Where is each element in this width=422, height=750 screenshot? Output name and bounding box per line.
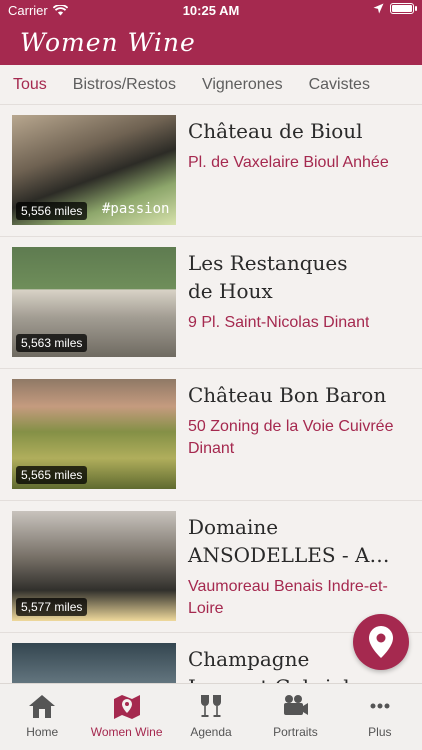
tabbar-home-label: Home: [26, 725, 59, 739]
battery-icon: [390, 3, 417, 14]
venue-list: #passion 5,556 miles Château de Bioul Pl…: [0, 105, 422, 683]
distance-badge: 5,556 miles: [16, 202, 88, 220]
status-time: 10:25 AM: [182, 3, 240, 18]
venue-name: Domaine ANSODELLES - A…: [188, 515, 390, 567]
venue-name: Champagne Laurent Gabriel: [188, 647, 350, 683]
map-view-button[interactable]: [353, 614, 409, 670]
tab-tous[interactable]: Tous: [0, 76, 60, 94]
venue-address: 9 Pl. Saint-Nicolas Dinant: [188, 314, 370, 331]
venue-image: [12, 643, 176, 683]
tabbar-plus[interactable]: Plus: [338, 684, 422, 750]
video-camera-icon: [284, 695, 309, 715]
tabbar-portraits[interactable]: Portraits: [253, 684, 337, 750]
venue-row[interactable]: 5,563 miles Les Restanques de Houx 9 Pl.…: [0, 237, 422, 369]
tabbar-women-wine-label: Women Wine: [90, 725, 163, 739]
home-icon: [29, 695, 56, 718]
tabbar-women-wine[interactable]: Women Wine: [84, 684, 168, 750]
tabbar-agenda[interactable]: Agenda: [169, 684, 253, 750]
category-tabs: Tous Bistros/Restos Vignerones Cavistes: [0, 65, 422, 105]
venue-address: Pl. de Vaxelaire Bioul Anhée: [188, 154, 389, 171]
tab-bistros-restos[interactable]: Bistros/Restos: [60, 76, 189, 94]
distance-badge: 5,577 miles: [16, 598, 88, 616]
tab-vigneronnes[interactable]: Vignerones: [189, 76, 296, 94]
status-bar: Carrier 10:25 AM: [0, 0, 422, 22]
tabbar-agenda-label: Agenda: [190, 725, 232, 739]
venue-image: 5,577 miles: [12, 511, 176, 621]
venue-name: Château Bon Baron: [188, 383, 387, 407]
location-arrow-icon: [373, 3, 384, 14]
venue-row[interactable]: #passion 5,556 miles Château de Bioul Pl…: [0, 105, 422, 237]
bottom-tab-bar: Home Women Wine Agenda Portraits Plus: [0, 683, 422, 750]
venue-name: Les Restanques de Houx: [188, 251, 348, 303]
venue-name: Château de Bioul: [188, 119, 363, 143]
distance-badge: 5,565 miles: [16, 466, 88, 484]
venue-address: 50 Zoning de la Voie Cuivrée Dinant: [188, 418, 394, 457]
venue-row[interactable]: 5,577 miles Domaine ANSODELLES - A… Vaum…: [0, 501, 422, 633]
venue-image: #passion 5,556 miles: [12, 115, 176, 225]
map-pin-icon: [369, 626, 393, 658]
tabbar-portraits-label: Portraits: [273, 725, 318, 739]
map-icon: [113, 695, 140, 719]
tabbar-home[interactable]: Home: [0, 684, 84, 750]
more-icon: [370, 703, 390, 709]
wine-glasses-icon: [201, 695, 222, 717]
tabbar-plus-label: Plus: [368, 725, 392, 739]
distance-badge: 5,563 miles: [16, 334, 88, 352]
app-header: Carrier 10:25 AM Women Wine: [0, 0, 422, 65]
venue-image: 5,565 miles: [12, 379, 176, 489]
tab-cavistes[interactable]: Cavistes: [296, 76, 383, 94]
venue-row[interactable]: 5,565 miles Château Bon Baron 50 Zoning …: [0, 369, 422, 501]
venue-image: 5,563 miles: [12, 247, 176, 357]
image-caption: #passion: [102, 201, 170, 217]
app-title: Women Wine: [20, 28, 196, 57]
